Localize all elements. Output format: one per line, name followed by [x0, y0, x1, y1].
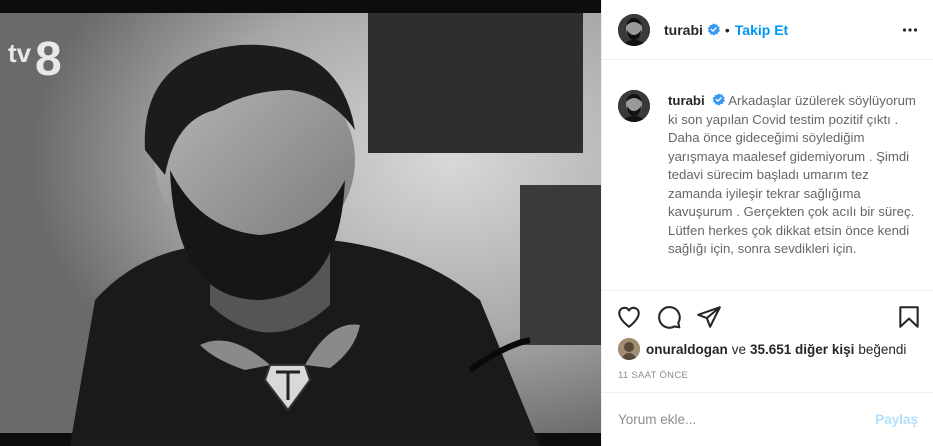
caption-section: turabi Arkadaşlar üzülerek söylüyorum ki… — [618, 76, 918, 259]
caption-body: Arkadaşlar üzülerek söylüyorum ki son ya… — [668, 93, 916, 256]
header-separator: • — [724, 21, 730, 38]
likes-count[interactable]: 35.651 diğer kişi — [750, 342, 854, 357]
post-side-panel: turabi • Takip Et turabi Arkadaşlar üzül… — [601, 0, 933, 446]
liker-avatar-image — [618, 338, 640, 360]
post-photo[interactable]: tv 8 — [0, 0, 601, 446]
bookmark-icon[interactable] — [896, 304, 922, 330]
likes-suffix: beğendi — [858, 341, 907, 357]
caption-row: turabi Arkadaşlar üzülerek söylüyorum ki… — [618, 76, 918, 259]
liker-username[interactable]: onuraldogan — [646, 342, 728, 357]
post-photo-canvas: tv 8 — [0, 0, 601, 446]
caption-avatar-image — [618, 90, 650, 122]
verified-badge-icon — [707, 23, 720, 36]
likes-connector: ve — [731, 341, 747, 357]
post-header: turabi • Takip Et — [602, 0, 933, 60]
caption-username[interactable]: turabi — [668, 93, 705, 108]
caption-avatar[interactable] — [618, 90, 650, 122]
comment-icon[interactable] — [656, 304, 682, 330]
follow-button[interactable]: Takip Et — [735, 22, 788, 38]
post-timestamp[interactable]: 11 SAAT ÖNCE — [618, 370, 688, 381]
post-comment-button[interactable]: Paylaş — [875, 412, 918, 427]
comment-input[interactable] — [618, 412, 876, 427]
author-avatar[interactable] — [618, 13, 650, 46]
caption-text: turabi Arkadaşlar üzülerek söylüyorum ki… — [668, 92, 918, 259]
heart-icon[interactable] — [616, 304, 642, 330]
svg-text:tv: tv — [8, 38, 32, 68]
action-bar — [602, 290, 933, 340]
more-horizontal-icon[interactable] — [902, 22, 918, 38]
avatar-image — [618, 13, 650, 46]
comment-bar: Paylaş — [602, 392, 933, 446]
share-icon[interactable] — [696, 304, 722, 330]
author-username[interactable]: turabi — [664, 22, 703, 38]
liker-avatar[interactable] — [618, 338, 640, 360]
likes-summary: onuraldogan ve 35.651 diğer kişi beğendi — [618, 338, 910, 360]
caption-verified-badge-icon — [712, 93, 726, 106]
svg-text:8: 8 — [35, 33, 62, 86]
